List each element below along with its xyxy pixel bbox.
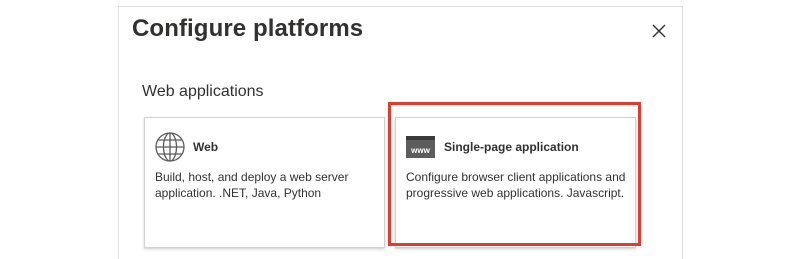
close-icon[interactable] xyxy=(650,22,668,40)
web-card-title: Web xyxy=(193,140,219,154)
section-label-web-applications: Web applications xyxy=(142,83,264,100)
spa-card-title: Single-page application xyxy=(444,140,579,154)
spa-card-description: Configure browser client applications an… xyxy=(406,170,626,200)
www-window-icon: www xyxy=(405,131,437,163)
single-page-application-card[interactable]: www Single-page application Configure br… xyxy=(395,117,636,248)
svg-text:www: www xyxy=(410,146,430,155)
configure-platforms-panel: Configure platforms Web applications Web… xyxy=(118,6,683,259)
web-platform-card[interactable]: Web Build, host, and deploy a web server… xyxy=(144,117,385,248)
web-card-description: Build, host, and deploy a web server app… xyxy=(155,170,349,200)
panel-title: Configure platforms xyxy=(132,15,364,42)
globe-icon xyxy=(154,131,186,163)
